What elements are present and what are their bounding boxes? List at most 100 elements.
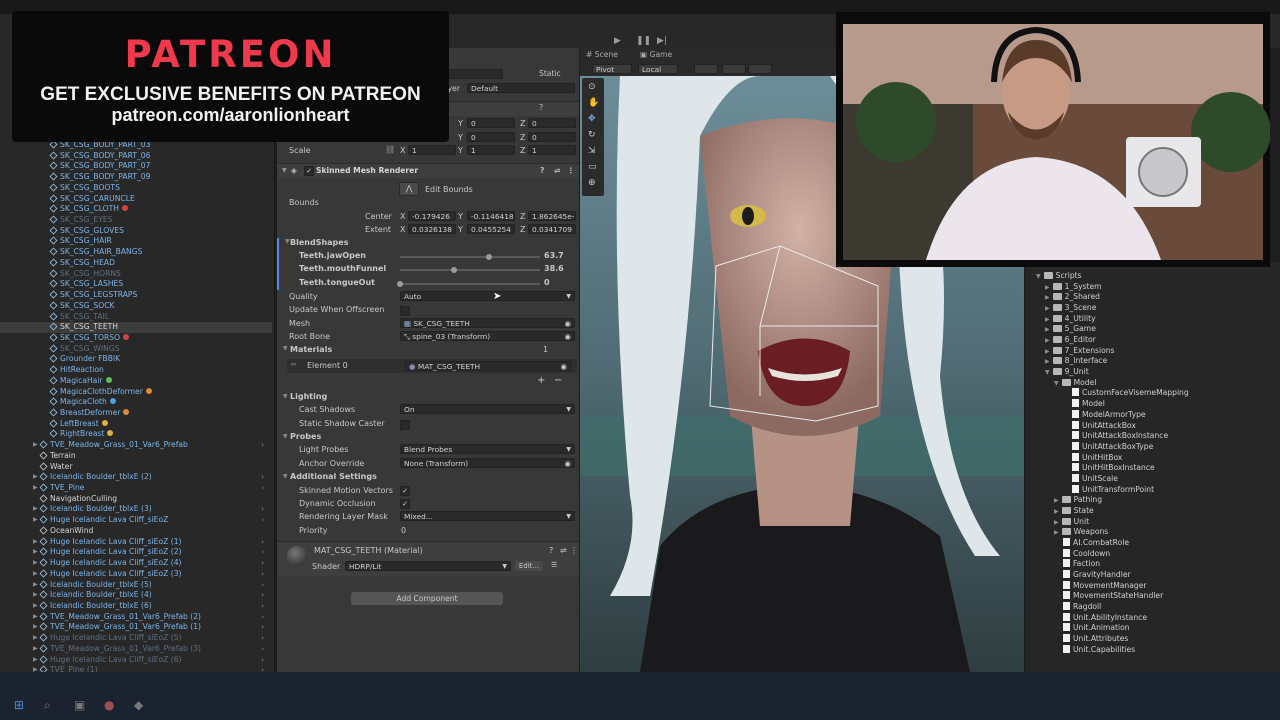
- prefab-open-icon[interactable]: ›: [261, 504, 264, 515]
- drag-handle-icon[interactable]: ═: [291, 360, 296, 369]
- probes-label[interactable]: Probes: [290, 432, 321, 441]
- move-tool-icon[interactable]: ✥: [588, 114, 596, 124]
- element0-field[interactable]: ● MAT_CSG_TEETH ◉: [405, 361, 571, 371]
- app-icon[interactable]: ●: [104, 698, 114, 712]
- hierarchy-item[interactable]: Icelandic Boulder_tblxE (3) ▶ ›: [0, 504, 272, 515]
- blendshape-slider[interactable]: [400, 269, 540, 272]
- hierarchy-item[interactable]: SK_CSG_GLOVES: [0, 226, 272, 237]
- rendering-mask-dropdown[interactable]: Mixed... ▼: [400, 511, 575, 521]
- project-item[interactable]: ModelArmorType: [1063, 409, 1146, 421]
- prefab-open-icon[interactable]: ›: [261, 515, 264, 526]
- prefab-open-icon[interactable]: ›: [261, 644, 264, 655]
- expand-arrow-icon[interactable]: ▶: [33, 558, 38, 569]
- hierarchy-item[interactable]: LeftBreast: [0, 419, 272, 430]
- object-picker-icon[interactable]: ◉: [561, 362, 567, 372]
- start-icon[interactable]: ⊞: [14, 698, 24, 712]
- project-item[interactable]: Ragdoll: [1054, 602, 1101, 613]
- scale-z-field[interactable]: 1: [528, 145, 576, 155]
- help-icon[interactable]: ?: [540, 164, 544, 178]
- project-item[interactable]: MovementManager: [1054, 580, 1147, 592]
- project-item[interactable]: UnitAttackBox: [1063, 420, 1136, 432]
- hierarchy-item[interactable]: SK_CSG_BODY_PART_06: [0, 151, 272, 162]
- hierarchy-item[interactable]: SK_CSG_TEETH: [0, 322, 272, 333]
- rect-tool-icon[interactable]: ▭: [588, 162, 597, 172]
- foldout-arrow-icon[interactable]: ▼: [283, 393, 288, 400]
- project-item[interactable]: ▶ 5_Game: [1045, 324, 1096, 335]
- cast-shadows-dropdown[interactable]: On ▼: [400, 404, 575, 414]
- project-item[interactable]: ▶ 8_Interface: [1045, 356, 1107, 367]
- hierarchy-item[interactable]: SK_CSG_HAIR: [0, 236, 272, 247]
- static-shadow-checkbox[interactable]: [400, 420, 410, 430]
- prefab-open-icon[interactable]: ›: [261, 537, 264, 548]
- expand-arrow-icon[interactable]: ▶: [33, 515, 38, 526]
- prefab-open-icon[interactable]: ›: [261, 483, 264, 494]
- expand-arrow-icon[interactable]: ▶: [1045, 316, 1050, 323]
- prefab-open-icon[interactable]: ›: [261, 569, 264, 580]
- hierarchy-item[interactable]: Icelandic Boulder_tblxE (6) ▶ ›: [0, 601, 272, 612]
- object-picker-icon[interactable]: ◉: [565, 459, 571, 469]
- extent-x-field[interactable]: 0.0326138: [408, 224, 456, 234]
- dynamic-occlusion-checkbox[interactable]: ✓: [400, 499, 410, 509]
- expand-arrow-icon[interactable]: ▶: [1054, 508, 1059, 515]
- project-item[interactable]: ▶ 3_Scene: [1045, 303, 1096, 314]
- project-item[interactable]: ▼ Model: [1054, 378, 1096, 389]
- pivot-dropdown[interactable]: Pivot: [592, 64, 632, 74]
- project-item[interactable]: AI.CombatRole: [1054, 538, 1129, 549]
- list-icon[interactable]: ☰: [551, 561, 557, 569]
- view-tool-icon[interactable]: ⊙: [588, 82, 596, 92]
- tab-scene[interactable]: # Scene: [586, 50, 618, 59]
- hierarchy-item[interactable]: SK_CSG_TAIL: [0, 312, 272, 323]
- search-icon[interactable]: ⌕: [44, 698, 51, 713]
- expand-arrow-icon[interactable]: ▶: [33, 622, 38, 633]
- hierarchy-item[interactable]: MagicaHair: [0, 376, 272, 387]
- hierarchy-item[interactable]: Huge Icelandic Lava Cliff_siEoZ (6) ▶ ›: [0, 655, 272, 666]
- expand-arrow-icon[interactable]: ▼: [1036, 273, 1041, 280]
- hierarchy-item[interactable]: Huge Icelandic Lava Cliff_siEoZ (4) ▶ ›: [0, 558, 272, 569]
- hierarchy-item[interactable]: SK_CSG_HORNS: [0, 269, 272, 280]
- step-icon[interactable]: ▶|: [657, 36, 667, 46]
- light-probes-dropdown[interactable]: Blend Probes ▼: [400, 444, 575, 454]
- hierarchy-item[interactable]: SK_CSG_BODY_PART_07: [0, 161, 272, 172]
- hierarchy-item[interactable]: SK_CSG_HEAD: [0, 258, 272, 269]
- play-icon[interactable]: ▶: [614, 36, 621, 46]
- project-item[interactable]: ▶ Weapons: [1054, 527, 1108, 538]
- update-offscreen-checkbox[interactable]: [400, 306, 410, 316]
- project-item[interactable]: ▶ Unit: [1054, 517, 1089, 528]
- hierarchy-item[interactable]: SK_CSG_CARUNCLE: [0, 194, 272, 205]
- hierarchy-item[interactable]: Huge Icelandic Lava Cliff_siEoZ (5) ▶ ›: [0, 633, 272, 644]
- extent-y-field[interactable]: 0.0455254: [467, 224, 515, 234]
- expand-arrow-icon[interactable]: ▶: [1045, 305, 1050, 312]
- skinned-mesh-renderer-header[interactable]: ▼ ◈ ✓ Skinned Mesh Renderer ? ⇌ ⋮: [277, 163, 579, 178]
- more-icon[interactable]: ⋮: [567, 164, 575, 178]
- extent-z-field[interactable]: 0.0341709: [528, 224, 576, 234]
- mesh-field[interactable]: ▦ SK_CSG_TEETH ◉: [400, 318, 575, 328]
- project-item[interactable]: ▶ 7_Extensions: [1045, 346, 1115, 357]
- hierarchy-item[interactable]: SK_CSG_HAIR_BANGS: [0, 247, 272, 258]
- slider-handle[interactable]: [397, 280, 403, 287]
- project-item[interactable]: Unit.Capabilities: [1054, 644, 1135, 656]
- edit-bounds-button[interactable]: ⋀: [399, 182, 419, 196]
- hierarchy-item[interactable]: MagicaClothDeformer: [0, 387, 272, 398]
- shader-edit-button[interactable]: Edit...: [515, 561, 543, 571]
- foldout-arrow-icon[interactable]: ▼: [283, 345, 288, 352]
- hierarchy-item[interactable]: TVE_Meadow_Grass_01_Var6_Prefab ▶ ›: [0, 440, 272, 451]
- hierarchy-item[interactable]: TVE_Meadow_Grass_01_Var6_Prefab (1) ▶ ›: [0, 622, 272, 633]
- blendshape-value[interactable]: 0: [544, 278, 550, 287]
- pos-y-field[interactable]: 0: [467, 118, 515, 128]
- blendshape-value[interactable]: 38.6: [544, 264, 564, 273]
- prefab-open-icon[interactable]: ›: [261, 580, 264, 591]
- hierarchy-item[interactable]: RightBreast: [0, 429, 272, 440]
- expand-arrow-icon[interactable]: ▶: [1045, 326, 1050, 333]
- hierarchy-item[interactable]: Icelandic Boulder_tblxE (4) ▶ ›: [0, 590, 272, 601]
- prefab-open-icon[interactable]: ›: [261, 440, 264, 451]
- materials-label[interactable]: Materials: [290, 345, 332, 354]
- blendshape-slider[interactable]: [400, 282, 540, 285]
- hierarchy-item[interactable]: Icelandic Boulder_tblxE (5) ▶ ›: [0, 580, 272, 591]
- foldout-arrow-icon[interactable]: ▼: [283, 473, 288, 480]
- project-item[interactable]: UnitHitBoxInstance: [1063, 463, 1155, 474]
- expand-arrow-icon[interactable]: ▶: [33, 601, 38, 612]
- anchor-field[interactable]: None (Transform) ◉: [400, 458, 575, 468]
- expand-arrow-icon[interactable]: ▶: [33, 483, 38, 494]
- project-item[interactable]: MovementStateHandler: [1054, 591, 1163, 602]
- project-item[interactable]: Faction: [1054, 559, 1100, 570]
